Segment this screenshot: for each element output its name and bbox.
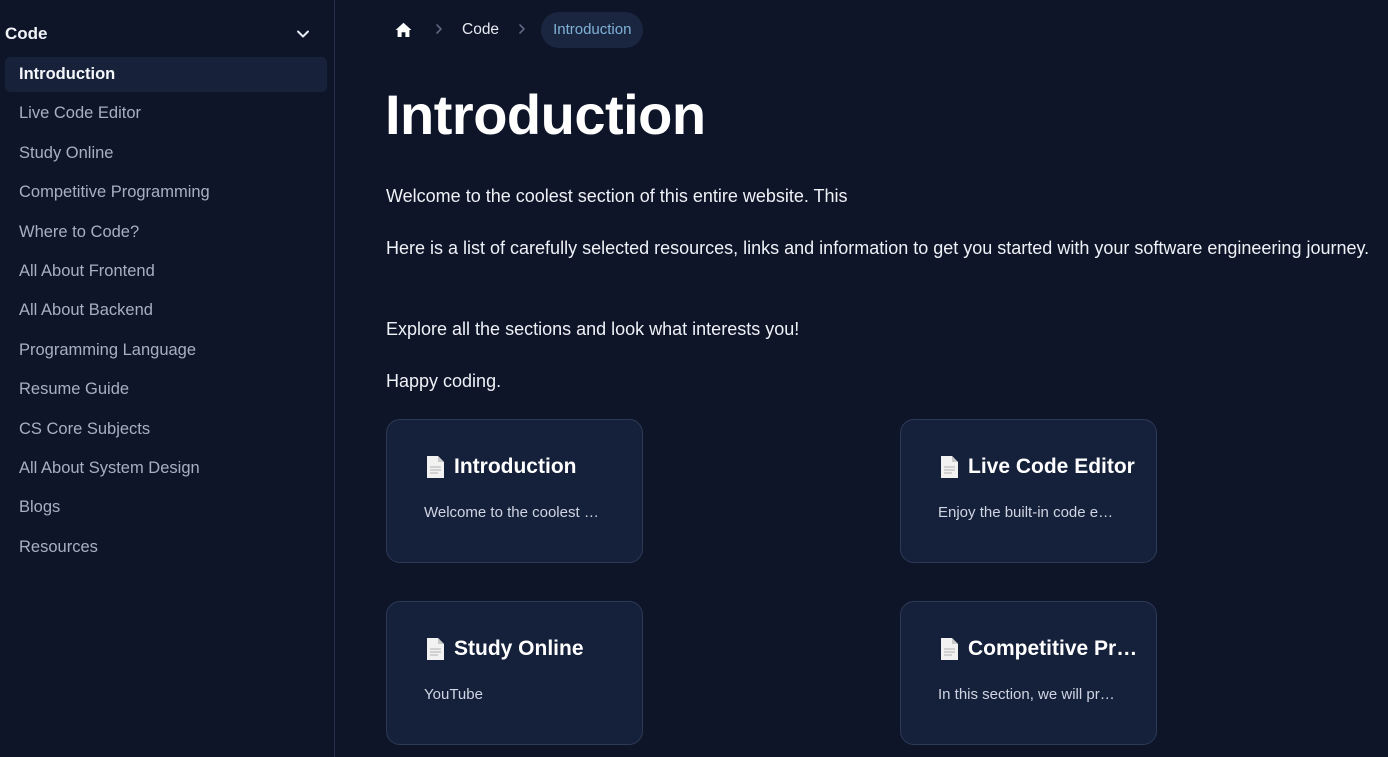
page-title: Introduction bbox=[385, 83, 706, 146]
card-introduction[interactable]: Introduction Welcome to the coolest sect… bbox=[386, 419, 643, 563]
sidebar-item-cs-core-subjects[interactable]: CS Core Subjects bbox=[5, 412, 327, 447]
sidebar-nav: Introduction Live Code Editor Study Onli… bbox=[5, 57, 327, 569]
sidebar-item-resume-guide[interactable]: Resume Guide bbox=[5, 372, 327, 407]
chevron-right-icon bbox=[503, 22, 541, 38]
intro-paragraph: Here is a list of carefully selected res… bbox=[386, 238, 1370, 258]
sidebar-item-study-online[interactable]: Study Online bbox=[5, 136, 327, 171]
sidebar-item-blogs[interactable]: Blogs bbox=[5, 490, 327, 525]
sidebar-item-introduction[interactable]: Introduction bbox=[5, 57, 327, 92]
sidebar-item-system-design[interactable]: All About System Design bbox=[5, 451, 327, 486]
card-description: Welcome to the coolest section of this e… bbox=[424, 504, 606, 521]
card-description: YouTube bbox=[424, 686, 483, 703]
sidebar-item-programming-language[interactable]: Programming Language bbox=[5, 333, 327, 368]
sidebar-item-competitive-programming[interactable]: Competitive Programming bbox=[5, 175, 327, 210]
card-title: Competitive Programming bbox=[938, 637, 1138, 661]
breadcrumb-current: Introduction bbox=[541, 12, 644, 48]
intro-paragraph: Welcome to the coolest section of this e… bbox=[386, 186, 848, 206]
document-icon bbox=[938, 637, 960, 661]
breadcrumb-link-code[interactable]: Code bbox=[458, 21, 503, 39]
card-description: In this section, we will provide bbox=[938, 686, 1120, 703]
card-title: Live Code Editor bbox=[938, 455, 1138, 479]
document-icon bbox=[424, 455, 446, 479]
card-study-online[interactable]: Study Online YouTube bbox=[386, 601, 643, 745]
intro-paragraph: Explore all the sections and look what i… bbox=[386, 319, 800, 339]
sidebar-section-toggle[interactable]: Code bbox=[5, 22, 310, 46]
breadcrumb: Code Introduction bbox=[386, 12, 644, 48]
intro-paragraph: Happy coding. bbox=[386, 371, 502, 391]
document-icon bbox=[424, 637, 446, 661]
sidebar-item-frontend[interactable]: All About Frontend bbox=[5, 254, 327, 289]
document-icon bbox=[938, 455, 960, 479]
sidebar-item-backend[interactable]: All About Backend bbox=[5, 293, 327, 328]
sidebar-section-title: Code bbox=[5, 24, 48, 43]
chevron-down-icon bbox=[296, 27, 310, 41]
card-title: Study Online bbox=[424, 637, 624, 661]
sidebar-item-live-code-editor[interactable]: Live Code Editor bbox=[5, 96, 327, 131]
card-competitive-programming[interactable]: Competitive Programming In this section,… bbox=[900, 601, 1157, 745]
card-live-code-editor[interactable]: Live Code Editor Enjoy the built-in code… bbox=[900, 419, 1157, 563]
page: Code Introduction Live Code Editor Study… bbox=[0, 0, 1388, 757]
sidebar-item-where-to-code[interactable]: Where to Code? bbox=[5, 215, 327, 250]
card-title: Introduction bbox=[424, 455, 624, 479]
sidebar-item-resources[interactable]: Resources bbox=[5, 530, 327, 565]
home-icon[interactable] bbox=[386, 12, 420, 48]
sidebar: Code Introduction Live Code Editor Study… bbox=[0, 0, 335, 757]
chevron-right-icon bbox=[420, 22, 458, 38]
card-description: Enjoy the built-in code editor bbox=[938, 504, 1120, 521]
